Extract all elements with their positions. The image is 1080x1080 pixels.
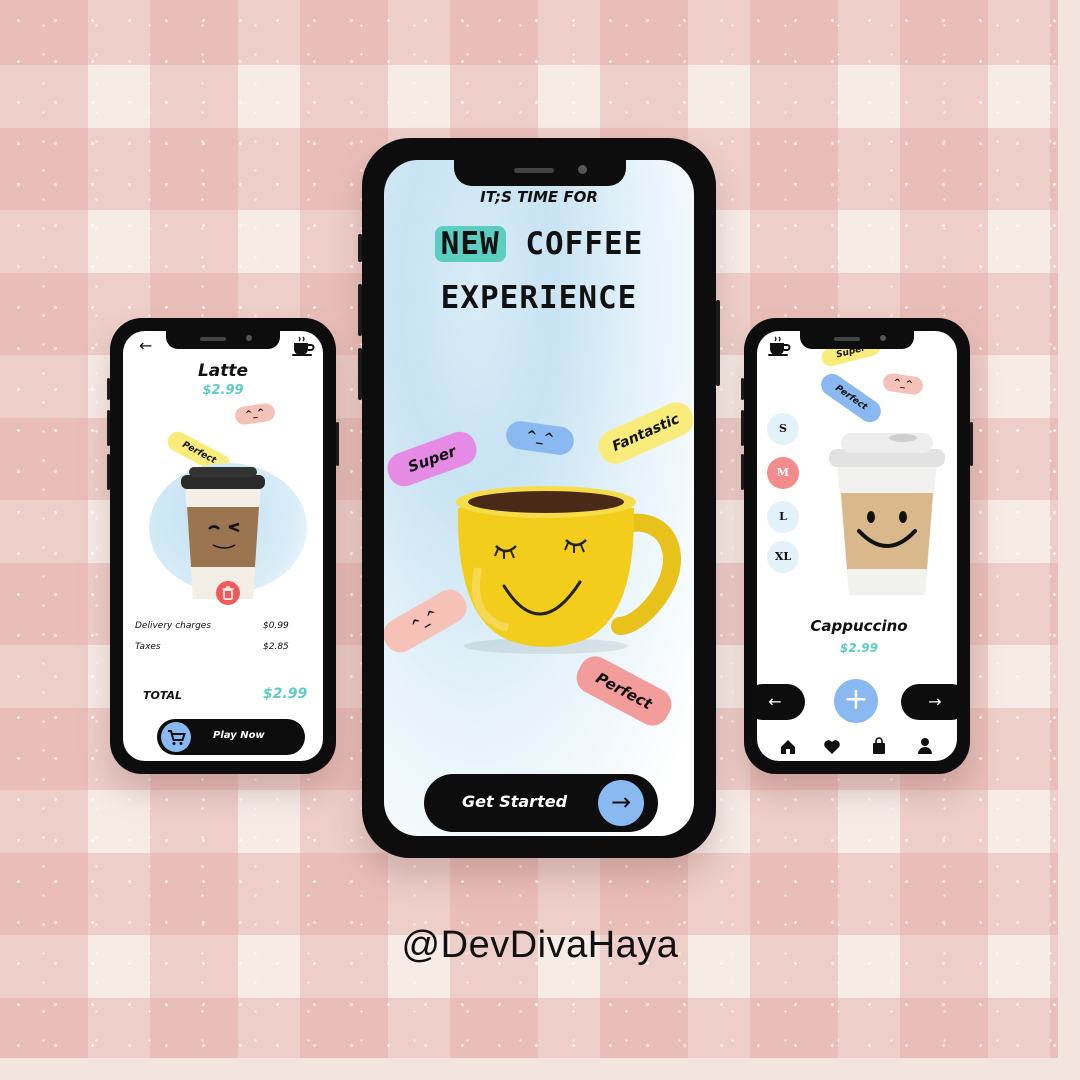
tag-face: ^_^ bbox=[233, 402, 277, 426]
heart-icon[interactable] bbox=[823, 739, 841, 759]
size-option-m[interactable]: M bbox=[767, 457, 799, 489]
get-started-label: Get Started bbox=[462, 792, 568, 811]
product-name: Cappuccino bbox=[810, 617, 908, 635]
arrow-right-icon: → bbox=[598, 780, 644, 826]
tag-face: ^_^ bbox=[504, 419, 576, 457]
size-option-l[interactable]: L bbox=[767, 501, 799, 533]
total-value: $2.99 bbox=[263, 686, 308, 702]
trash-icon bbox=[216, 586, 240, 609]
tag-perfect: Perfect bbox=[816, 369, 886, 427]
delete-button[interactable] bbox=[216, 581, 240, 605]
home-icon[interactable] bbox=[779, 738, 797, 760]
headline-highlight: NEW bbox=[434, 226, 506, 262]
author-handle: @DevDivaHaya bbox=[401, 924, 679, 966]
play-now-label: Play Now bbox=[213, 730, 265, 741]
product-title: Latte bbox=[197, 361, 249, 381]
cart-screen: ← Latte $2.99 ^_^ Perfect Delivery charg… bbox=[123, 331, 323, 761]
phone-cart: ← Latte $2.99 ^_^ Perfect Delivery charg… bbox=[107, 318, 339, 774]
phone-onboarding: IT;S TIME FOR NEW COFFEE EXPERIENCE Supe… bbox=[358, 138, 720, 858]
onboarding-screen: IT;S TIME FOR NEW COFFEE EXPERIENCE Supe… bbox=[384, 160, 694, 836]
tag-face: ^_^ bbox=[881, 372, 925, 396]
bottom-nav bbox=[757, 736, 957, 761]
prev-button[interactable]: ← bbox=[757, 684, 805, 720]
cart-icon bbox=[161, 722, 191, 752]
product-price: $2.99 bbox=[840, 641, 878, 655]
profile-icon[interactable] bbox=[917, 737, 933, 759]
row-value-delivery: $0.99 bbox=[263, 621, 289, 631]
eyebrow-text: IT;S TIME FOR bbox=[480, 188, 598, 206]
headline-line-1: NEW COFFEE bbox=[384, 226, 694, 262]
headline-line-2: EXPERIENCE bbox=[440, 280, 638, 316]
headline-word: COFFEE bbox=[525, 226, 644, 262]
tag-fantastic: Fantastic bbox=[593, 397, 694, 469]
row-value-taxes: $2.85 bbox=[263, 642, 289, 652]
row-label-delivery: Delivery charges bbox=[135, 621, 212, 631]
tag-perfect: Perfect bbox=[570, 650, 678, 732]
size-option-s[interactable]: S bbox=[767, 413, 799, 445]
smiley-mug-image bbox=[448, 468, 694, 658]
total-label: TOTAL bbox=[143, 689, 183, 702]
next-button[interactable]: → bbox=[901, 684, 957, 720]
back-button[interactable]: ← bbox=[139, 336, 152, 355]
phone-product: Super Perfect ^_^ S M L XL Cappuccino $2… bbox=[741, 318, 973, 774]
product-price: $2.99 bbox=[202, 383, 244, 398]
product-screen: Super Perfect ^_^ S M L XL Cappuccino $2… bbox=[757, 331, 957, 761]
coffee-cup-icon bbox=[291, 335, 315, 361]
add-button[interactable]: + bbox=[834, 679, 878, 723]
size-option-xl[interactable]: XL bbox=[767, 541, 799, 573]
bag-icon[interactable] bbox=[871, 737, 887, 759]
row-label-taxes: Taxes bbox=[135, 642, 161, 652]
cappuccino-cup-image bbox=[821, 427, 953, 599]
get-started-button[interactable]: Get Started → bbox=[424, 774, 658, 832]
play-now-button[interactable]: Play Now bbox=[157, 719, 305, 755]
coffee-cup-icon bbox=[767, 335, 791, 361]
